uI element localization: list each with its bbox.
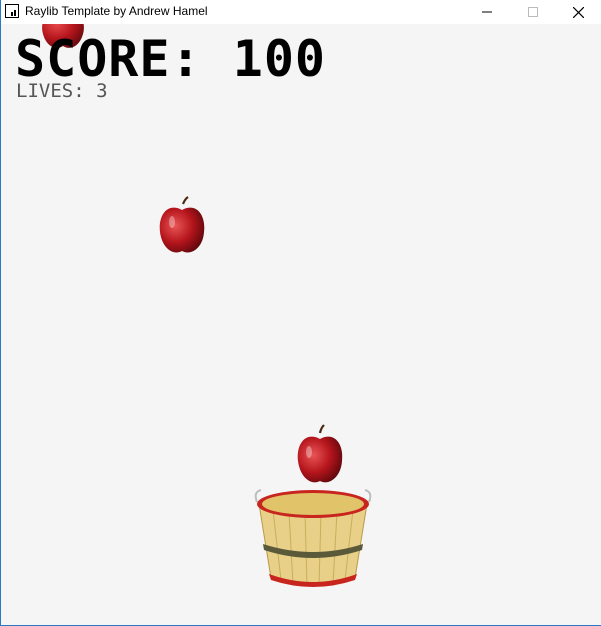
minimize-icon <box>482 11 492 13</box>
minimize-button[interactable] <box>464 0 510 24</box>
lives-label: LIVES: 3 <box>16 80 108 102</box>
app-icon <box>5 4 19 18</box>
close-icon <box>572 6 584 18</box>
title-bar[interactable]: Raylib Template by Andrew Hamel <box>1 0 601 24</box>
close-button[interactable] <box>555 0 601 24</box>
falling-apple <box>297 424 343 483</box>
score-label: SCORE: 100 <box>15 30 327 88</box>
maximize-button[interactable] <box>510 0 556 24</box>
game-canvas[interactable]: SCORE: 100 LIVES: 3 <box>1 24 601 625</box>
window-title: Raylib Template by Andrew Hamel <box>25 4 208 18</box>
maximize-icon <box>528 7 538 17</box>
game-window: Raylib Template by Andrew Hamel SCORE: 1… <box>0 0 601 626</box>
player-basket[interactable] <box>251 488 375 592</box>
falling-apple <box>159 196 205 253</box>
